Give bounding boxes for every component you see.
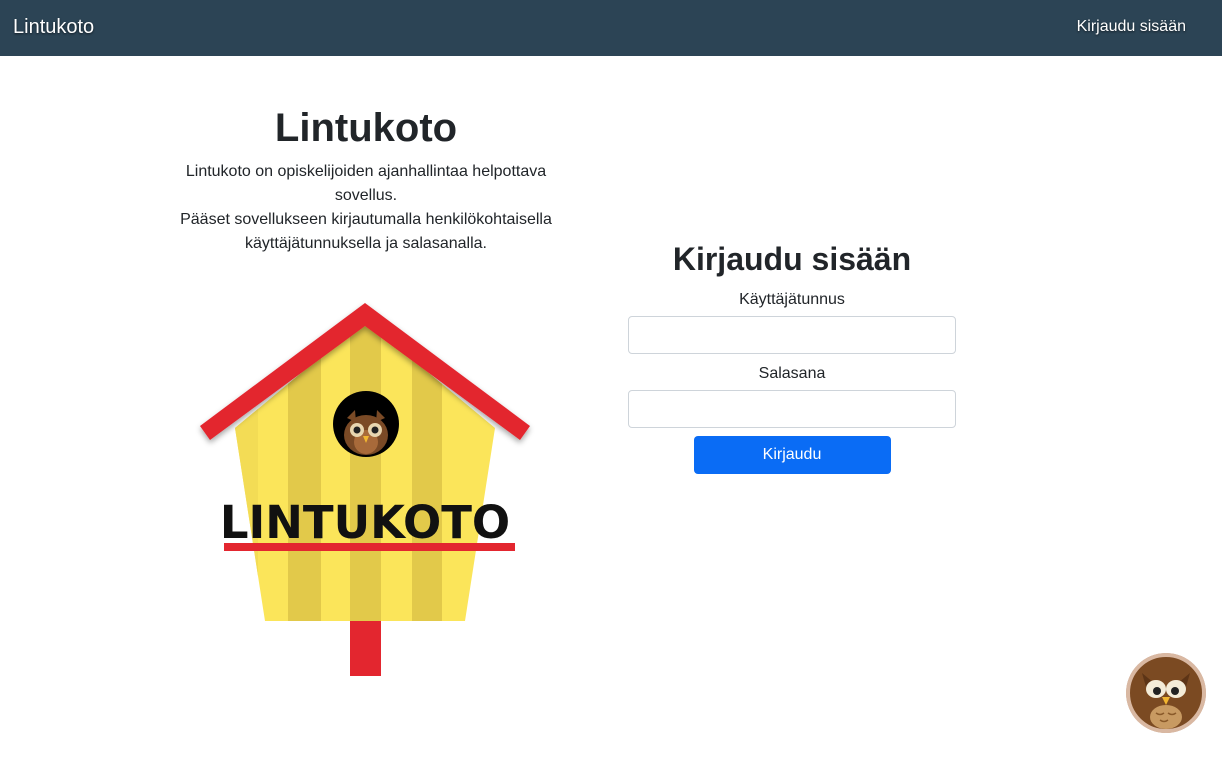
intro-description-line2: Pääset sovellukseen kirjautumalla henkil… [180,211,552,252]
login-title: Kirjaudu sisään [672,241,912,277]
logo-wordmark: LINTUKOTO [220,496,510,549]
username-label: Käyttäjätunnus [739,291,845,308]
password-label: Salasana [758,365,826,382]
logo-underline [224,543,515,551]
login-form: Kirjaudu sisään Käyttäjätunnus Salasana … [628,238,956,474]
intro-description: Lintukoto on opiskelijoiden ajanhallinta… [176,160,556,256]
birdhouse-pole [350,620,381,676]
brand-link[interactable]: Lintukoto [13,16,94,39]
birdhouse-body [235,320,495,621]
chat-avatar-button[interactable] [1126,653,1206,733]
username-input[interactable] [628,316,956,354]
intro-title: Lintukoto [274,106,458,150]
owl-icon [1126,653,1206,733]
login-button[interactable]: Kirjaudu [693,436,891,474]
intro-section: Lintukoto Lintukoto on opiskelijoiden aj… [176,104,556,256]
navbar: Lintukoto Kirjaudu sisään [0,0,1222,56]
logo-owl-icon [333,391,399,457]
lintukoto-logo: LINTUKOTO [190,298,540,680]
intro-description-line1: Lintukoto on opiskelijoiden ajanhallinta… [185,163,547,204]
password-input[interactable] [628,390,956,428]
nav-login-link[interactable]: Kirjaudu sisään [1077,18,1186,36]
